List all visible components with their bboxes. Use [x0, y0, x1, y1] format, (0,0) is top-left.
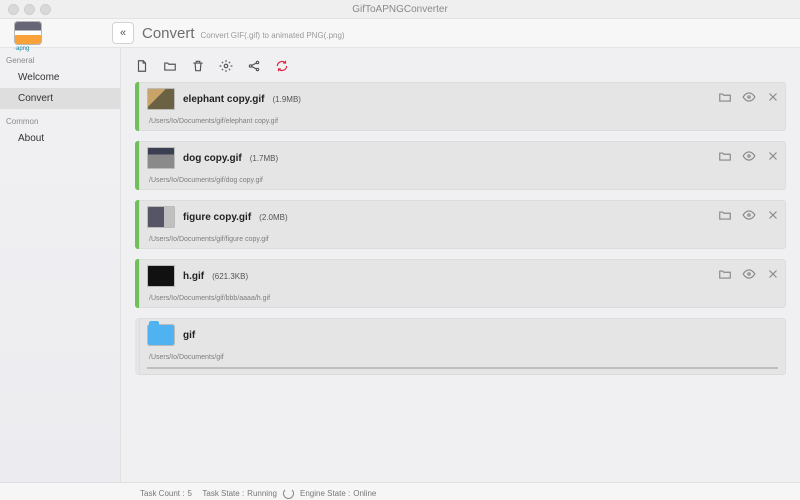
thumbnail — [147, 206, 175, 228]
sidebar-item-welcome[interactable]: Welcome — [0, 67, 120, 88]
traffic-close[interactable] — [8, 4, 19, 15]
sidebar-section-general: General — [6, 56, 120, 65]
file-name: gif — [183, 330, 195, 341]
file-path: /Users/Io/Documents/gif/elephant copy.gi… — [149, 118, 778, 125]
traffic-min[interactable] — [24, 4, 35, 15]
sidebar: General Welcome Convert Common About — [0, 48, 121, 482]
gear-icon[interactable] — [219, 59, 233, 73]
thumbnail — [147, 88, 175, 110]
thumbnail — [147, 265, 175, 287]
file-row[interactable]: elephant copy.gif (1.9MB) /Users/Io/Docu… — [135, 82, 786, 131]
task-state: Running — [247, 489, 277, 498]
chevron-left-icon: « — [120, 27, 126, 39]
file-list: elephant copy.gif (1.9MB) /Users/Io/Docu… — [135, 82, 786, 482]
back-button[interactable]: « — [112, 22, 134, 44]
progress-bar — [147, 367, 778, 369]
reveal-folder-icon[interactable] — [718, 149, 732, 163]
file-size: (2.0MB) — [259, 213, 287, 222]
status-bar: Task Count : 5 Task State : Running Engi… — [0, 482, 800, 500]
file-size: (1.9MB) — [273, 95, 301, 104]
task-count: 5 — [187, 489, 191, 498]
close-icon[interactable] — [766, 90, 780, 104]
sidebar-item-convert[interactable]: Convert — [0, 88, 120, 109]
app-logo-sub: ·apng — [14, 46, 29, 52]
close-icon[interactable] — [766, 208, 780, 222]
new-file-icon[interactable] — [135, 59, 149, 73]
page-subtitle: Convert GIF(.gif) to animated PNG(.png) — [201, 31, 345, 40]
open-folder-icon[interactable] — [163, 59, 177, 73]
share-icon[interactable] — [247, 59, 261, 73]
engine-state: Online — [353, 489, 376, 498]
main-panel: elephant copy.gif (1.9MB) /Users/Io/Docu… — [121, 48, 800, 482]
file-path: /Users/Io/Documents/gif/bbb/aaaa/h.gif — [149, 295, 778, 302]
thumbnail — [147, 147, 175, 169]
file-path: /Users/Io/Documents/gif/figure copy.gif — [149, 236, 778, 243]
file-name: h.gif — [183, 271, 204, 282]
page-title: Convert — [142, 25, 195, 42]
traffic-max[interactable] — [40, 4, 51, 15]
file-name: figure copy.gif — [183, 212, 251, 223]
toolbar — [135, 56, 786, 76]
file-name: dog copy.gif — [183, 153, 242, 164]
refresh-icon[interactable] — [275, 59, 289, 73]
app-logo — [14, 21, 42, 45]
close-icon[interactable] — [766, 267, 780, 281]
reveal-folder-icon[interactable] — [718, 208, 732, 222]
reveal-folder-icon[interactable] — [718, 267, 732, 281]
file-row[interactable]: dog copy.gif (1.7MB) /Users/Io/Documents… — [135, 141, 786, 190]
engine-state-label: Engine State : — [300, 489, 350, 498]
file-row[interactable]: h.gif (621.3KB) /Users/Io/Documents/gif/… — [135, 259, 786, 308]
file-path: /Users/Io/Documents/gif — [149, 354, 778, 361]
eye-icon[interactable] — [742, 267, 756, 281]
eye-icon[interactable] — [742, 208, 756, 222]
eye-icon[interactable] — [742, 90, 756, 104]
reveal-folder-icon[interactable] — [718, 90, 732, 104]
sidebar-section-common: Common — [6, 117, 120, 126]
window-title: GifToAPNGConverter — [0, 4, 800, 15]
titlebar: GifToAPNGConverter — [0, 0, 800, 19]
file-row[interactable]: figure copy.gif (2.0MB) /Users/Io/Docume… — [135, 200, 786, 249]
header: ·apng « Convert Convert GIF(.gif) to ani… — [0, 19, 800, 48]
task-state-label: Task State : — [202, 489, 244, 498]
spinner-icon — [283, 488, 294, 499]
file-size: (621.3KB) — [212, 272, 248, 281]
folder-icon — [147, 324, 175, 346]
sidebar-item-about[interactable]: About — [0, 128, 120, 149]
task-count-label: Task Count : — [140, 489, 184, 498]
file-path: /Users/Io/Documents/gif/dog copy.gif — [149, 177, 778, 184]
file-size: (1.7MB) — [250, 154, 278, 163]
close-icon[interactable] — [766, 149, 780, 163]
file-name: elephant copy.gif — [183, 94, 265, 105]
folder-row[interactable]: gif /Users/Io/Documents/gif — [135, 318, 786, 375]
eye-icon[interactable] — [742, 149, 756, 163]
trash-icon[interactable] — [191, 59, 205, 73]
